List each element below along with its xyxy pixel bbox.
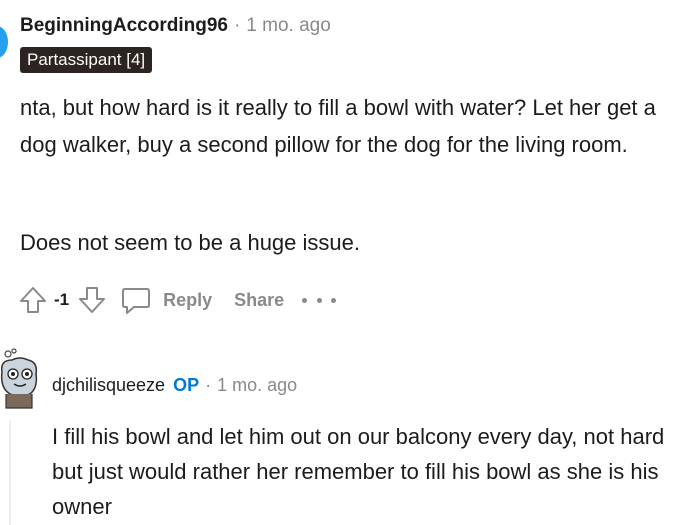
- vote-score: -1: [54, 290, 70, 309]
- share-button[interactable]: Share: [234, 290, 284, 311]
- reply-button[interactable]: Reply: [163, 290, 212, 311]
- op-badge: OP: [173, 374, 200, 395]
- more-options-icon[interactable]: [302, 290, 337, 310]
- avatar-icon[interactable]: [0, 348, 42, 410]
- downvote-icon[interactable]: [75, 283, 109, 317]
- comment-actions: -1 Reply Share: [16, 280, 337, 320]
- comment-paragraph: I fill his bowl and let him out on our b…: [52, 424, 665, 519]
- comment-paragraph: Does not seem to be a huge issue.: [20, 230, 360, 255]
- thread-line[interactable]: [9, 420, 11, 525]
- timestamp[interactable]: 1 mo. ago: [246, 15, 331, 37]
- username-link[interactable]: BeginningAccording96: [20, 15, 228, 37]
- timestamp[interactable]: 1 mo. ago: [217, 375, 297, 396]
- comment-paragraph: nta, but how hard is it really to fill a…: [20, 95, 656, 157]
- avatar-icon[interactable]: [0, 26, 8, 58]
- comment-meta: BeginningAccording96 · 1 mo. ago: [20, 12, 331, 40]
- meta-separator: ·: [205, 374, 212, 395]
- comment-meta: djchilisqueeze OP · 1 mo. ago: [52, 371, 297, 399]
- meta-separator: ·: [233, 15, 241, 36]
- user-flair: Partassipant [4]: [20, 47, 153, 73]
- username-link[interactable]: djchilisqueeze: [52, 375, 165, 396]
- comment-icon[interactable]: [119, 283, 153, 317]
- upvote-icon[interactable]: [16, 283, 50, 317]
